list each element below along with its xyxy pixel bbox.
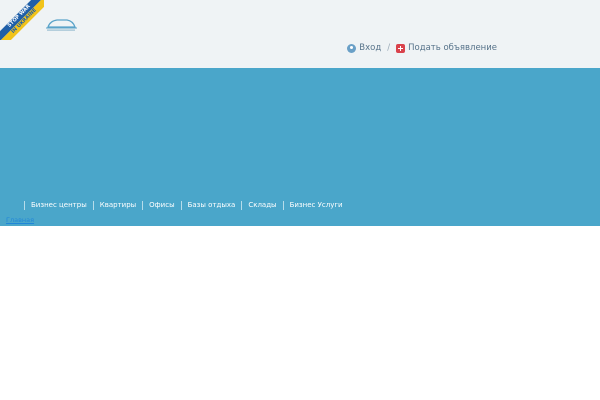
site-header: STOP WAR IN UKRAINE Вход / Подать объявл… [0, 0, 600, 68]
auth-links: Вход / Подать объявление [347, 42, 497, 54]
nav-divider [241, 200, 243, 210]
stop-war-ribbon[interactable]: STOP WAR IN UKRAINE [0, 0, 44, 40]
post-ad-link[interactable]: Подать объявление [408, 43, 497, 53]
car-logo-icon[interactable] [43, 18, 79, 32]
user-icon [347, 43, 357, 53]
nav-item-business-centers[interactable]: Бизнес центры [31, 201, 87, 209]
nav-divider [142, 200, 144, 210]
plus-icon [396, 43, 406, 53]
nav-item-recreation-bases[interactable]: Базы отдыха [188, 201, 236, 209]
nav-item-apartments[interactable]: Квартиры [100, 201, 136, 209]
login-link[interactable]: Вход [359, 43, 381, 53]
nav-divider [24, 200, 25, 210]
nav-divider [282, 200, 284, 210]
auth-separator: / [387, 43, 391, 53]
nav-item-business-services[interactable]: Бизнес Услуги [290, 201, 343, 209]
breadcrumb-home[interactable]: Главная [6, 216, 34, 224]
nav-item-warehouses[interactable]: Склады [248, 201, 276, 209]
nav-item-offices[interactable]: Офисы [149, 201, 174, 209]
main-nav: Бизнес центры Квартиры Офисы Базы отдыха… [18, 200, 343, 210]
nav-divider [180, 200, 182, 210]
nav-divider [92, 200, 94, 210]
ribbon-line-2: IN UKRAINE [0, 0, 44, 40]
